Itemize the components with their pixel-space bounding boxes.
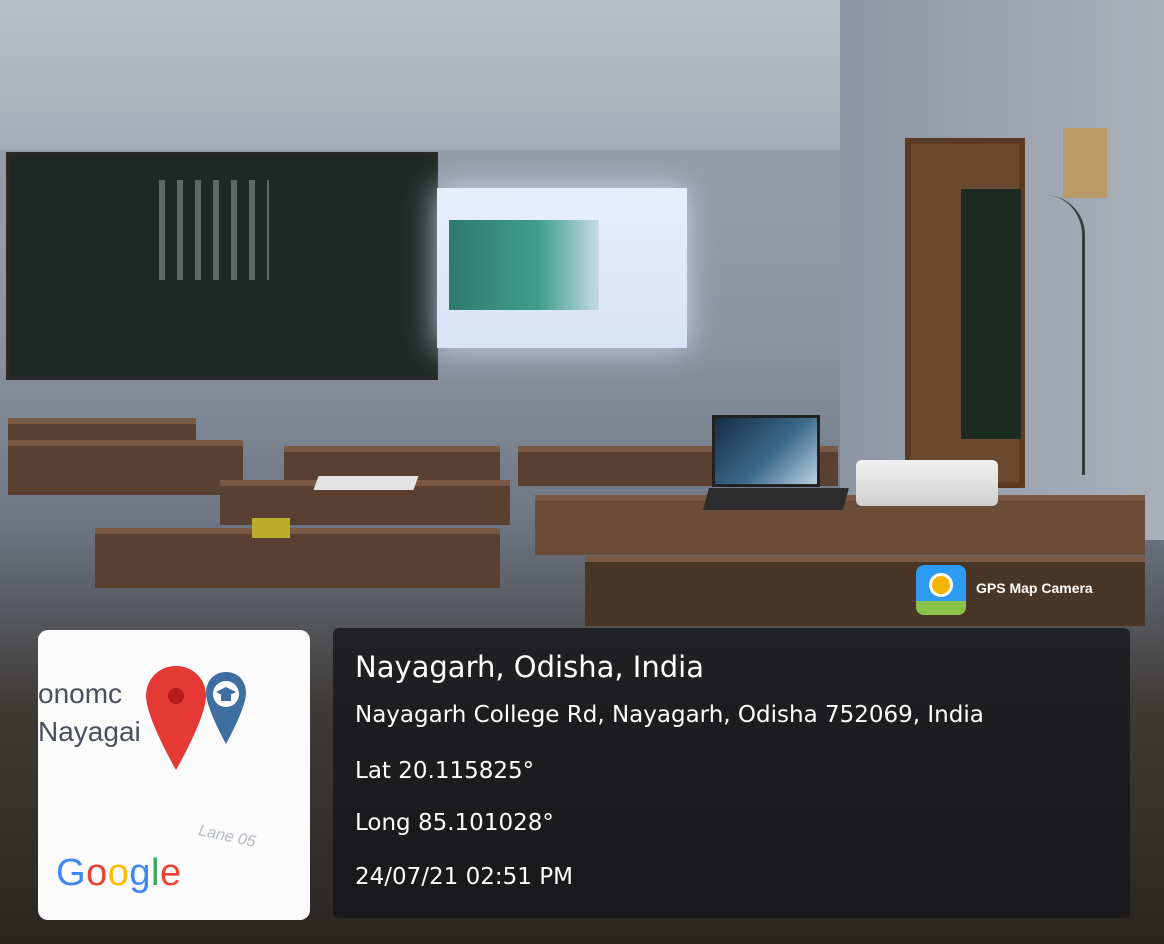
app-name: GPS Map Camera [976,580,1093,596]
longitude: Long 85.101028° [355,810,554,836]
projector-device [856,460,998,506]
blackboard [6,152,438,380]
projector-screen [437,188,687,348]
map-lane-label: Lane 05 [196,822,258,851]
location-address: Nayagarh College Rd, Nayagarh, Odisha 75… [355,702,984,728]
map-place-label: onomc [38,678,123,709]
google-logo: Google [56,852,182,894]
switchboard [1063,128,1107,198]
school-pin-icon [206,672,246,744]
desk [8,440,243,495]
map-pin-icon [146,666,206,770]
timestamp: 24/07/21 02:51 PM [355,864,573,890]
desk [95,528,500,588]
paper-sheet [313,476,419,490]
projected-slide [449,220,599,310]
laptop-base [703,488,849,510]
laptop-screen [712,415,820,487]
location-title: Nayagarh, Odisha, India [355,650,704,684]
map-thumbnail: onomc Nayagai Lane 05 Google [38,630,310,920]
map-place-label: Nayagai [38,716,141,747]
latitude: Lat 20.115825° [355,758,535,784]
gps-map-camera-icon [916,565,966,615]
chalk-writing [159,180,269,280]
power-cable [1025,195,1085,475]
book [252,518,290,538]
app-watermark: GPS Map Camera [916,565,1126,615]
location-info-panel: Nayagarh, Odisha, India Nayagarh College… [333,628,1130,918]
door-panel [961,189,1021,439]
doorway [905,138,1025,488]
